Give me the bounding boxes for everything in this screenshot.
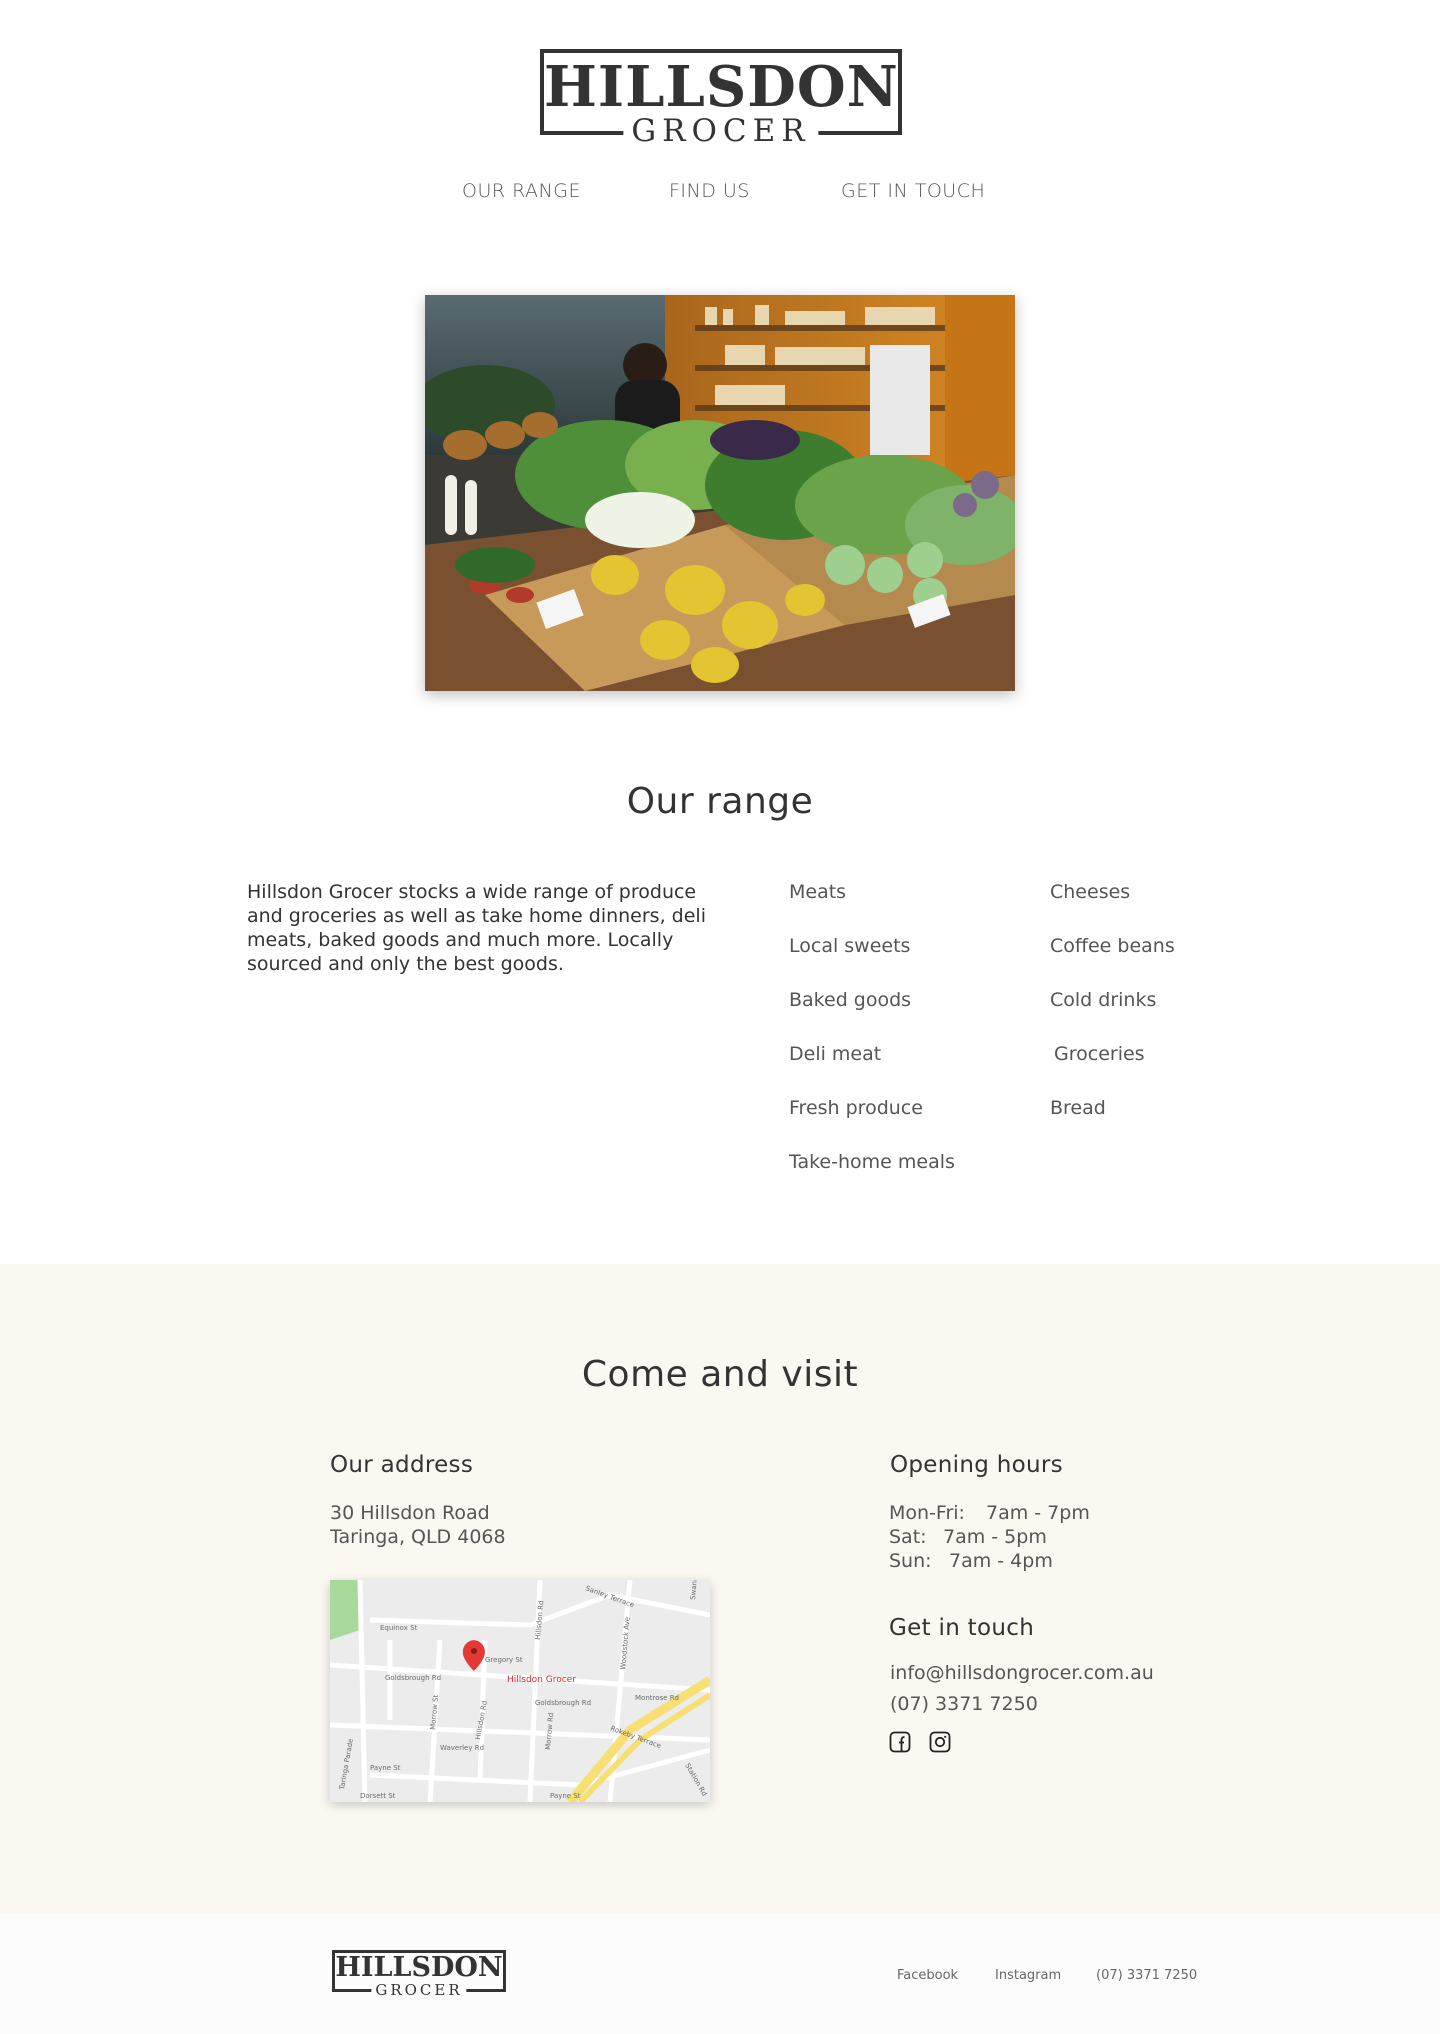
address-heading: Our address — [330, 1452, 474, 1478]
produce-photo-illustration — [425, 295, 1015, 691]
location-map[interactable]: Equinox St Gregory St Goldsbrough Rd Gol… — [330, 1580, 710, 1802]
range-item-cold-drinks: Cold drinks — [1050, 989, 1157, 1011]
footer-brand-tagline: GROCER — [371, 1981, 467, 1999]
map-street-label: Waverley Rd — [440, 1744, 484, 1752]
brand-logo[interactable]: HILLSDON GROCER — [540, 49, 902, 149]
footer — [0, 1914, 1440, 2034]
footer-link-facebook[interactable]: Facebook — [897, 1968, 958, 1983]
footer-link-instagram[interactable]: Instagram — [995, 1968, 1061, 1983]
visit-heading: Come and visit — [581, 1354, 859, 1395]
hours-heading: Opening hours — [890, 1452, 1063, 1478]
facebook-icon — [889, 1731, 911, 1753]
instagram-icon — [929, 1731, 951, 1753]
facebook-icon[interactable] — [889, 1731, 911, 1753]
range-item-take-home-meals: Take-home meals — [789, 1151, 955, 1173]
range-item-coffee-beans: Coffee beans — [1050, 935, 1175, 957]
address-line-1: 30 Hillsdon Road — [330, 1502, 490, 1524]
range-description: Hillsdon Grocer stocks a wide range of p… — [247, 881, 706, 975]
range-item-deli-meat: Deli meat — [789, 1043, 882, 1065]
range-item-baked-goods: Baked goods — [789, 989, 912, 1011]
map-street-label: Dorsett St — [360, 1792, 396, 1800]
footer-link-phone[interactable]: (07) 3371 7250 — [1096, 1968, 1197, 1983]
map-pin-label: Hillsdon Grocer — [507, 1675, 576, 1685]
hours-time: 7am - 7pm — [986, 1502, 1090, 1524]
hours-time: 7am - 4pm — [949, 1550, 1053, 1572]
range-item-meats: Meats — [789, 881, 847, 903]
map-illustration: Equinox St Gregory St Goldsbrough Rd Gol… — [330, 1580, 710, 1802]
instagram-icon[interactable] — [929, 1731, 951, 1753]
map-street-label: Montrose Rd — [635, 1694, 679, 1702]
brand-tagline: GROCER — [623, 113, 819, 149]
hours-day: Sun: — [889, 1550, 932, 1572]
hours-day: Mon-Fri: — [889, 1502, 965, 1524]
address-line-2: Taringa, QLD 4068 — [330, 1526, 506, 1548]
range-item-fresh-produce: Fresh produce — [789, 1097, 923, 1119]
range-item-bread: Bread — [1050, 1097, 1106, 1119]
map-street-label: Gregory St — [485, 1656, 523, 1664]
main-nav: OUR RANGE FIND US GET IN TOUCH — [0, 180, 1440, 206]
brand-name: HILLSDON — [544, 54, 899, 120]
footer-brand-name: HILLSDON — [335, 1952, 503, 1983]
contact-phone[interactable]: (07) 3371 7250 — [890, 1692, 1038, 1716]
range-item-local-sweets: Local sweets — [789, 935, 911, 957]
hours-time: 7am - 5pm — [943, 1526, 1047, 1548]
map-street-label: Payne St — [370, 1764, 401, 1772]
map-street-label: Equinox St — [380, 1624, 418, 1632]
contact-heading: Get in touch — [889, 1615, 1035, 1641]
map-street-label: Goldsbrough Rd — [535, 1699, 591, 1707]
map-street-label: Goldsbrough Rd — [385, 1674, 441, 1682]
hours-day: Sat: — [889, 1526, 927, 1548]
range-item-groceries: Groceries — [1054, 1043, 1145, 1065]
map-street-label: Payne St — [550, 1792, 581, 1800]
nav-find-us[interactable]: FIND US — [669, 180, 750, 202]
range-item-cheeses: Cheeses — [1050, 881, 1131, 903]
footer-logo[interactable]: HILLSDON GROCER — [332, 1950, 506, 1999]
nav-get-in-touch[interactable]: GET IN TOUCH — [841, 180, 985, 202]
contact-email[interactable]: info@hillsdongrocer.com.au — [890, 1661, 1154, 1685]
nav-our-range[interactable]: OUR RANGE — [462, 180, 581, 202]
range-heading: Our range — [626, 781, 814, 822]
hero-photo — [425, 295, 1015, 691]
